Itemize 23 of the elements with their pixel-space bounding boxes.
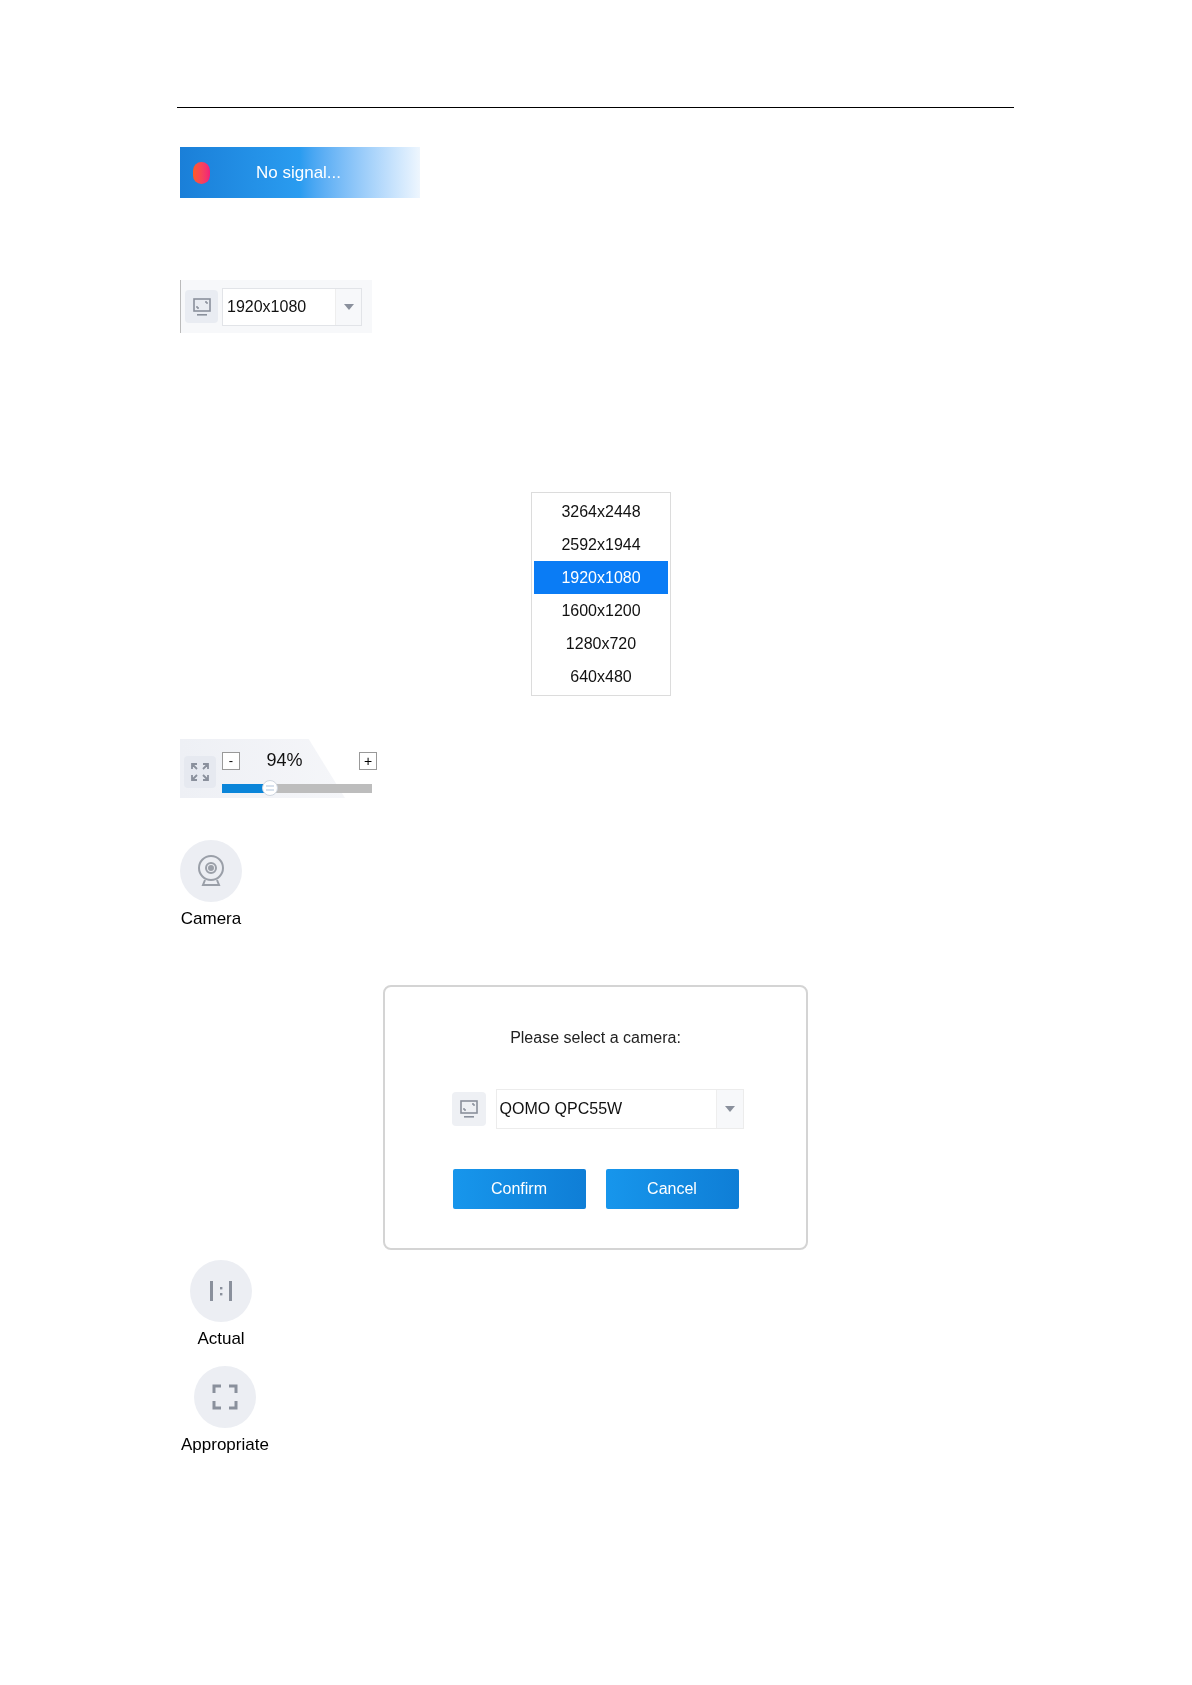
actual-label: Actual <box>197 1327 245 1350</box>
cancel-button[interactable]: Cancel <box>605 1168 739 1209</box>
appropriate-label: Appropriate <box>181 1434 269 1456</box>
resolution-option[interactable]: 3264x2448 <box>534 495 668 528</box>
caret-icon <box>343 303 354 310</box>
zoom-in-button[interactable]: + <box>359 751 377 770</box>
resolution-dropdown[interactable]: 1920x1080 <box>222 287 362 326</box>
zoom-slider[interactable] <box>222 780 372 796</box>
resolution-option[interactable]: 1920x1080 <box>534 561 668 594</box>
status-text: No signal... <box>256 161 342 184</box>
screen-icon[interactable] <box>451 1091 486 1126</box>
dialog-prompt: Please select a camera: <box>510 1027 681 1048</box>
confirm-button[interactable]: Confirm <box>452 1168 586 1209</box>
caret-icon <box>724 1105 735 1112</box>
fit-icon[interactable] <box>184 756 216 788</box>
resolution-option[interactable]: 640x480 <box>534 660 668 693</box>
screen-icon[interactable] <box>185 290 218 323</box>
camera-dropdown[interactable]: QOMO QPC55W <box>495 1088 744 1129</box>
resolution-option[interactable]: 2592x1944 <box>534 528 668 561</box>
resolution-option[interactable]: 1280x720 <box>534 627 668 660</box>
zoom-reading: 94% <box>266 749 303 772</box>
resolution-option[interactable]: 1600x1200 <box>534 594 668 627</box>
camera-label: Camera <box>180 908 242 930</box>
